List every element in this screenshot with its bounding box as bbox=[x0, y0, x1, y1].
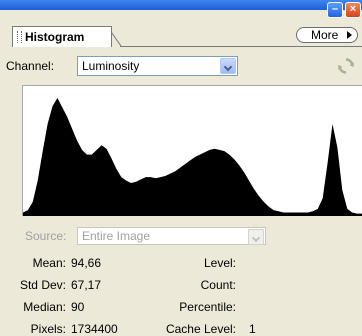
channel-value: Luminosity bbox=[82, 59, 140, 73]
histogram-graph bbox=[22, 85, 362, 216]
tab-row: Histogram More bbox=[0, 10, 362, 47]
channel-label: Channel: bbox=[6, 59, 55, 73]
source-label: Source: bbox=[25, 229, 67, 243]
histogram-curve bbox=[23, 98, 362, 216]
cache-level-label: Cache Level: bbox=[165, 322, 236, 336]
pixels-value: 1734400 bbox=[71, 322, 118, 336]
source-value: Entire Image bbox=[82, 229, 151, 243]
std-dev-label: Std Dev: bbox=[19, 278, 66, 292]
chevron-down-icon[interactable] bbox=[220, 58, 236, 74]
tab-edge bbox=[111, 26, 123, 47]
std-dev-value: 67,17 bbox=[71, 278, 102, 292]
tab-histogram-label: Histogram bbox=[25, 30, 85, 44]
tab-divider bbox=[120, 46, 362, 47]
percentile-label: Percentile: bbox=[179, 300, 236, 314]
channel-select[interactable]: Luminosity bbox=[77, 56, 238, 76]
tab-histogram[interactable]: Histogram bbox=[12, 26, 112, 47]
source-select: Entire Image bbox=[77, 227, 266, 245]
title-bar bbox=[0, 0, 362, 10]
refresh-icon[interactable] bbox=[337, 57, 355, 75]
grip-icon[interactable] bbox=[17, 31, 22, 43]
pixels-label: Pixels: bbox=[30, 322, 66, 336]
chevron-down-icon bbox=[248, 229, 264, 245]
median-label: Median: bbox=[23, 300, 66, 314]
more-label: More bbox=[311, 28, 339, 42]
histogram-chart bbox=[23, 98, 362, 216]
histogram-panel-window: – × Histogram More Channel: Luminosity S… bbox=[0, 0, 362, 336]
count-label: Count: bbox=[200, 278, 236, 292]
cache-level-value: 1 bbox=[249, 322, 256, 336]
mean-label: Mean: bbox=[32, 256, 66, 270]
more-menu-button[interactable]: More bbox=[296, 27, 358, 43]
mean-value: 94,66 bbox=[71, 256, 102, 270]
level-label: Level: bbox=[203, 256, 236, 270]
median-value: 90 bbox=[71, 300, 85, 314]
triangle-right-icon bbox=[347, 31, 352, 39]
